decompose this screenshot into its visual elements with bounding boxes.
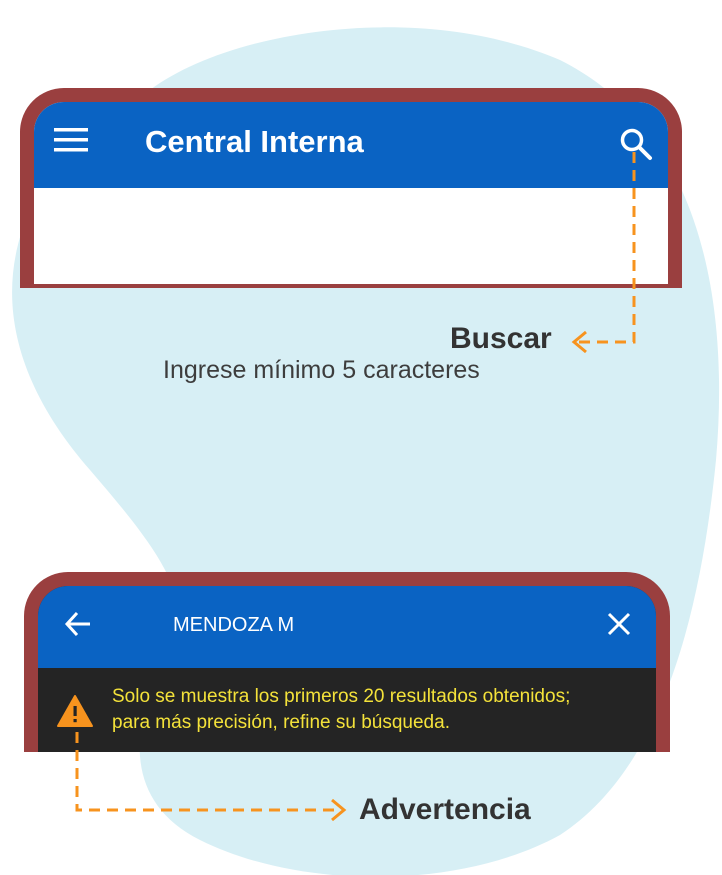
hamburger-menu-icon[interactable] [54, 128, 88, 152]
bottom-phone-frame: MENDOZA M Solo se muestra los primeros 2… [24, 572, 670, 752]
app-title: Central Interna [145, 124, 364, 159]
warning-callout-title: Advertencia [359, 793, 531, 826]
search-query-text[interactable]: MENDOZA M [173, 613, 294, 637]
warning-line-1: Solo se muestra los primeros 20 resultad… [112, 686, 571, 707]
warning-triangle-icon [57, 695, 93, 727]
warning-line-2: para más precisión, refine su búsqueda. [112, 712, 450, 733]
search-bar: MENDOZA M [38, 586, 656, 668]
warning-message: Solo se muestra los primeros 20 resultad… [112, 684, 652, 736]
close-icon[interactable] [606, 611, 632, 637]
top-phone-frame: Central Interna [20, 88, 682, 288]
search-icon[interactable] [619, 127, 653, 161]
app-bar: Central Interna [34, 102, 668, 188]
bottom-phone-screen: MENDOZA M Solo se muestra los primeros 2… [38, 586, 656, 752]
arrow-left-icon[interactable] [64, 610, 92, 638]
search-callout-title: Buscar [450, 322, 552, 355]
top-phone-screen: Central Interna [34, 102, 668, 284]
search-callout-description: Ingrese mínimo 5 caracteres [163, 356, 480, 384]
warning-banner: Solo se muestra los primeros 20 resultad… [38, 668, 656, 752]
